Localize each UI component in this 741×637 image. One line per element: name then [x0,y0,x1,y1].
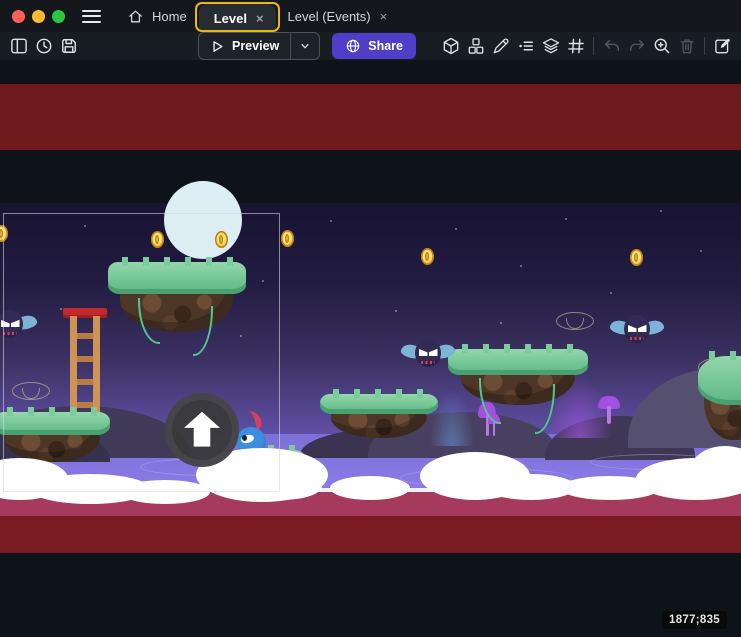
scene-editor-canvas[interactable]: 1877;835 [0,60,741,637]
close-icon[interactable]: × [255,11,265,26]
scene-objects-layer [0,60,741,637]
tab-label: Level [214,11,247,26]
edit-note-icon[interactable] [710,33,735,59]
undo-icon[interactable] [599,33,624,59]
star [700,250,702,252]
coin[interactable] [281,230,294,247]
chevron-down-icon[interactable] [291,39,319,53]
enemy-bat[interactable] [401,337,455,373]
star [500,322,502,324]
preview-button[interactable]: Preview [198,32,320,60]
star [565,218,567,220]
star [330,220,332,222]
layers-icon[interactable] [538,33,563,59]
enemy-bat[interactable] [610,313,664,349]
star [660,210,662,212]
star [240,335,242,337]
app-window: Home Level × Level (Events) × [0,0,741,637]
star [84,225,86,227]
cube-icon[interactable] [438,33,463,59]
play-icon [210,39,225,54]
enemy-bat[interactable] [0,308,37,344]
coin[interactable] [630,249,643,266]
floating-island-platform[interactable] [448,349,588,405]
tab-home[interactable]: Home [115,0,199,32]
move-up-control[interactable] [165,393,239,467]
share-button[interactable]: Share [332,33,416,59]
star [455,228,457,230]
hamburger-menu-icon[interactable] [82,10,101,23]
tab-level-events[interactable]: Level (Events) × [276,0,401,32]
star [520,265,522,267]
traffic-light-minimize[interactable] [32,10,45,23]
star [610,292,612,294]
star [60,308,62,310]
arrow-up-icon [184,412,220,447]
rock-outline-decoration [12,382,50,400]
grid-icon[interactable] [563,33,588,59]
cursor-coordinates-badge: 1877;835 [662,611,727,629]
pencil-icon[interactable] [488,33,513,59]
moon[interactable] [164,181,242,259]
globe-icon [345,38,361,54]
tab-label: Level (Events) [288,9,371,24]
home-icon [127,8,144,25]
coin[interactable] [151,231,164,248]
cloud [120,480,210,504]
preview-label: Preview [232,39,279,53]
objects-group-icon[interactable] [463,33,488,59]
instances-list-icon[interactable] [513,33,538,59]
toolbar: Preview Share [0,32,741,60]
star [262,280,264,282]
purple-mushroom [598,396,620,424]
zoom-in-icon[interactable] [649,33,674,59]
coin[interactable] [421,248,434,265]
editor-toolbar-icons [438,33,735,59]
traffic-light-zoom[interactable] [52,10,65,23]
share-label: Share [368,39,403,53]
history-icon[interactable] [31,33,56,59]
save-icon[interactable] [56,33,81,59]
floating-island-platform[interactable] [698,356,741,440]
star [395,310,397,312]
floating-island-platform[interactable] [0,412,110,462]
redo-icon[interactable] [624,33,649,59]
coin[interactable] [215,231,228,248]
traffic-light-close[interactable] [12,10,25,23]
tab-bar: Home Level × Level (Events) × [0,0,741,32]
tab-level[interactable]: Level × [199,4,276,32]
trash-icon[interactable] [674,33,699,59]
cloud [242,472,322,500]
floating-island-platform[interactable] [108,262,246,332]
ladder[interactable] [66,308,104,416]
tab-label: Home [152,9,187,24]
coin[interactable] [0,225,8,242]
project-manager-icon[interactable] [6,33,31,59]
cloud [330,476,410,500]
floating-island-platform[interactable] [320,394,438,438]
close-icon[interactable]: × [379,9,389,24]
rock-outline-decoration [556,312,594,330]
